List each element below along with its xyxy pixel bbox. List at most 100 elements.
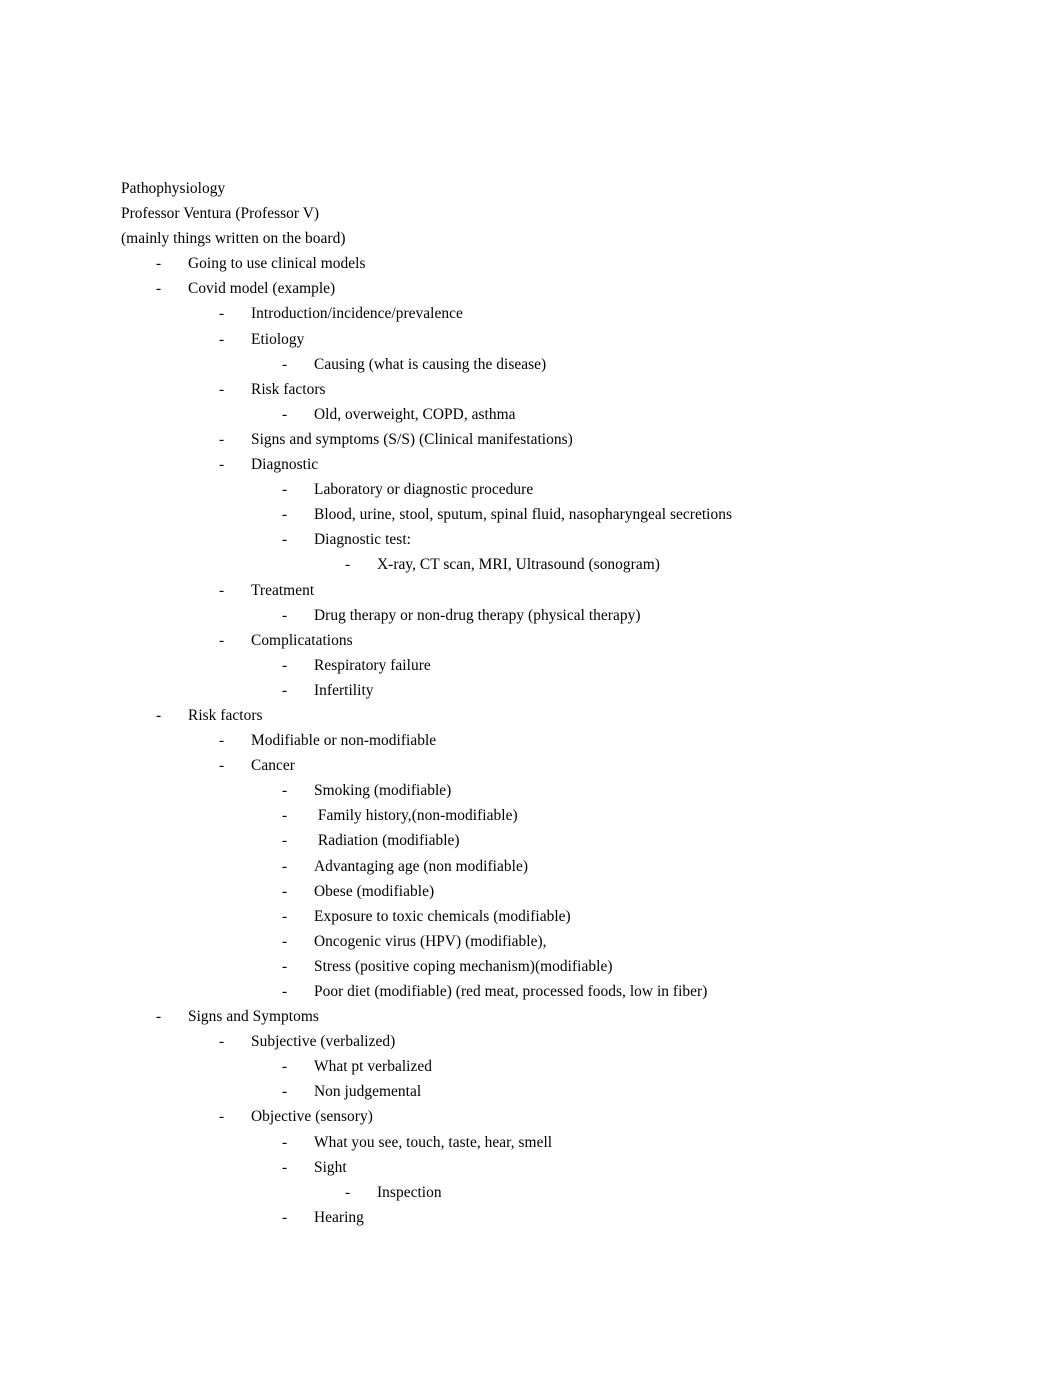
outline-bullet-line: - Signs and symptoms (S/S) (Clinical mani…: [121, 427, 981, 452]
outline-line-text: Complicatations: [251, 631, 353, 649]
outline-line-text: Objective (sensory): [251, 1108, 373, 1126]
outline-bullet-line: - Sight: [121, 1155, 981, 1180]
bullet-dash-marker: -: [345, 1183, 351, 1201]
outline-bullet-line: - Introduction/incidence/prevalence: [121, 301, 981, 326]
bullet-dash-marker: -: [219, 430, 225, 448]
outline-bullet-line: - Laboratory or diagnostic procedure: [121, 477, 981, 502]
outline-line-text: Exposure to toxic chemicals (modifiable): [314, 907, 571, 925]
bullet-dash-marker: -: [219, 456, 225, 474]
bullet-dash-marker: -: [219, 732, 225, 750]
outline-line-text: What pt verbalized: [314, 1058, 432, 1076]
outline-line-text: Etiology: [251, 330, 305, 348]
outline-bullet-line: - What pt verbalized: [121, 1054, 981, 1079]
outline-bullet-line: - Respiratory failure: [121, 653, 981, 678]
outline-bullet-line: - Smoking (modifiable): [121, 778, 981, 803]
bullet-dash-marker: -: [282, 882, 288, 900]
outline-bullet-line: - Blood, urine, stool, sputum, spinal flu…: [121, 502, 981, 527]
outline-bullet-line: - Risk factors: [121, 377, 981, 402]
bullet-dash-marker: -: [282, 782, 288, 800]
outline-line-text: Signs and Symptoms: [188, 1008, 319, 1026]
bullet-dash-marker: -: [282, 355, 288, 373]
bullet-dash-marker: -: [282, 832, 288, 850]
outline-line-text: Covid model (example): [188, 280, 336, 298]
outline-heading-line: Professor Ventura (Professor V): [121, 201, 981, 226]
bullet-dash-marker: -: [219, 631, 225, 649]
outline-line-text: Blood, urine, stool, sputum, spinal flui…: [314, 506, 733, 524]
outline-bullet-line: - Exposure to toxic chemicals (modifiable…: [121, 904, 981, 929]
outline-bullet-line: - Objective (sensory): [121, 1104, 981, 1129]
outline-line-text: Advantaging age (non modifiable): [314, 857, 529, 875]
outline-bullet-line: - Infertility: [121, 678, 981, 703]
bullet-dash-marker: -: [282, 957, 288, 975]
bullet-dash-marker: -: [282, 807, 288, 825]
outline-bullet-line: - X-ray, CT scan, MRI, Ultrasound (sonogr…: [121, 552, 981, 577]
bullet-dash-marker: -: [156, 280, 162, 298]
outline-bullet-line: - Non judgemental: [121, 1079, 981, 1104]
bullet-dash-marker: -: [282, 531, 288, 549]
bullet-dash-marker: -: [219, 330, 225, 348]
outline-bullet-line: - Treatment: [121, 578, 981, 603]
bullet-dash-marker: -: [282, 857, 288, 875]
outline-bullet-line: - Old, overweight, COPD, asthma: [121, 402, 981, 427]
outline-line-text: Introduction/incidence/prevalence: [251, 305, 463, 323]
outline-line-text: Inspection: [377, 1183, 442, 1201]
bullet-dash-marker: -: [219, 581, 225, 599]
outline-bullet-line: - Modifiable or non-modifiable: [121, 728, 981, 753]
outline-bullet-line: - Subjective (verbalized): [121, 1029, 981, 1054]
outline-line-text: Stress (positive coping mechanism)(modif…: [314, 957, 613, 975]
bullet-dash-marker: -: [282, 907, 288, 925]
bullet-dash-marker: -: [282, 681, 288, 699]
outline-heading-line: Pathophysiology: [121, 176, 981, 201]
bullet-dash-marker: -: [282, 405, 288, 423]
outline-line-text: What you see, touch, taste, hear, smell: [314, 1133, 553, 1151]
bullet-dash-marker: -: [282, 1158, 288, 1176]
bullet-dash-marker: -: [156, 706, 162, 724]
bullet-dash-marker: -: [219, 757, 225, 775]
outline-bullet-line: - Hearing: [121, 1205, 981, 1230]
bullet-dash-marker: -: [282, 481, 288, 499]
outline-bullet-line: - Oncogenic virus (HPV) (modifiable),: [121, 929, 981, 954]
bullet-dash-marker: -: [282, 656, 288, 674]
bullet-dash-marker: -: [282, 1133, 288, 1151]
outline-line-text: Family history,(non-modifiable): [314, 807, 518, 825]
outline-bullet-line: - Etiology: [121, 327, 981, 352]
outline-line-text: Diagnostic test:: [314, 531, 411, 549]
bullet-dash-marker: -: [219, 380, 225, 398]
outline-bullet-line: - Radiation (modifiable): [121, 828, 981, 853]
outline-bullet-line: - Going to use clinical models: [121, 251, 981, 276]
outline-line-text: Smoking (modifiable): [314, 782, 452, 800]
outline-bullet-line: - Drug therapy or non-drug therapy (physi…: [121, 603, 981, 628]
outline-bullet-line: - Risk factors: [121, 703, 981, 728]
outline-bullet-line: - Family history,(non-modifiable): [121, 803, 981, 828]
outline-line-text: Infertility: [314, 681, 374, 699]
bullet-dash-marker: -: [282, 932, 288, 950]
outline-line-text: Sight: [314, 1158, 347, 1176]
outline-line-text: Risk factors: [188, 706, 263, 724]
outline-line-text: Hearing: [314, 1208, 364, 1226]
outline-bullet-line: - Cancer: [121, 753, 981, 778]
outline-line-text: Diagnostic: [251, 456, 319, 474]
outline-bullet-line: - Poor diet (modifiable) (red meat, proce…: [121, 979, 981, 1004]
outline-bullet-line: - Causing (what is causing the disease): [121, 352, 981, 377]
outline-bullet-line: - Obese (modifiable): [121, 879, 981, 904]
outline-line-text: X-ray, CT scan, MRI, Ultrasound (sonogra…: [377, 556, 660, 574]
bullet-dash-marker: -: [219, 305, 225, 323]
bullet-dash-marker: -: [219, 1108, 225, 1126]
outline-bullet-line: - Inspection: [121, 1180, 981, 1205]
outline-line-text: Laboratory or diagnostic procedure: [314, 481, 534, 499]
outline-bullet-line: - Complicatations: [121, 628, 981, 653]
outline-bullet-line: - What you see, touch, taste, hear, smell: [121, 1130, 981, 1155]
outline-bullet-line: - Diagnostic test:: [121, 527, 981, 552]
bullet-dash-marker: -: [282, 606, 288, 624]
outline-bullet-line: - Advantaging age (non modifiable): [121, 854, 981, 879]
outline-line-text: Cancer: [251, 757, 295, 775]
bullet-dash-marker: -: [282, 1083, 288, 1101]
outline-line-text: Treatment: [251, 581, 315, 599]
outline-line-text: Old, overweight, COPD, asthma: [314, 405, 516, 423]
outline-line-text: (mainly things written on the board): [121, 230, 346, 248]
outline-line-text: Pathophysiology: [121, 180, 226, 197]
bullet-dash-marker: -: [345, 556, 351, 574]
outline-line-text: Causing (what is causing the disease): [314, 355, 547, 373]
outline-line-text: Oncogenic virus (HPV) (modifiable),: [314, 932, 547, 950]
outline-bullet-line: - Signs and Symptoms: [121, 1004, 981, 1029]
